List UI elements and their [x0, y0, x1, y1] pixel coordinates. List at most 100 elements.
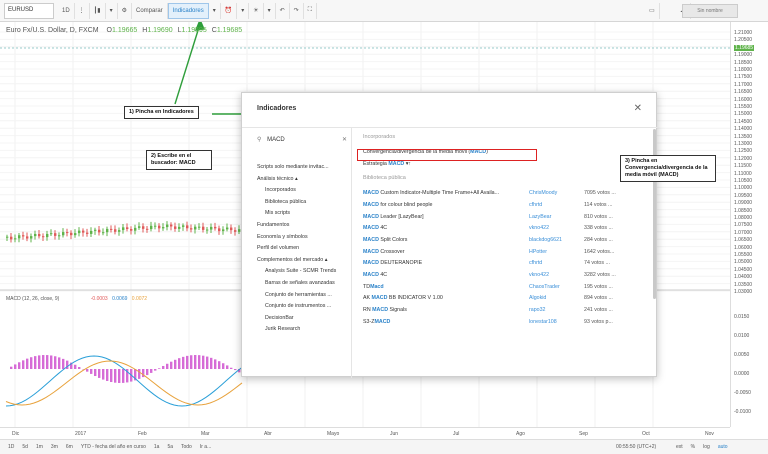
name-text: TD	[363, 283, 371, 290]
redo-icon[interactable]: ↷	[290, 2, 304, 19]
category-item[interactable]: Analysis Suite - SCMR Trends	[257, 268, 352, 280]
scale-option[interactable]: log	[699, 444, 714, 450]
indicator-row[interactable]: S3-ZMACD lonestar108 93 votos p...	[353, 316, 658, 328]
author-link[interactable]: lonestar108	[529, 319, 584, 325]
category-item[interactable]: Complementos del mercado ▴	[257, 257, 352, 269]
candle-body	[54, 233, 57, 236]
macd-histogram-bar	[26, 358, 29, 369]
search-input[interactable]: MACD	[267, 137, 285, 143]
indicator-row[interactable]: MACD Crossover HPotter 1642 votos...	[353, 246, 658, 258]
range-button[interactable]: 1D	[4, 444, 18, 450]
bulb-icon[interactable]: ☀	[249, 2, 264, 19]
name-text: BB INDICATOR V 1.00	[387, 295, 443, 302]
indicators-button[interactable]: Indicadores	[167, 2, 209, 19]
indicator-row[interactable]: MACD 4C vkno422 3282 votos ...	[353, 269, 658, 281]
author-link[interactable]: HPotter	[529, 249, 584, 255]
author-link[interactable]: blackdog6621	[529, 237, 584, 243]
time-tick: Mayo	[327, 431, 340, 437]
settings-icon[interactable]: ⚙	[118, 2, 132, 19]
more-icon[interactable]: ⋮	[75, 2, 90, 19]
close-icon[interactable]: ✕	[634, 103, 642, 114]
scale-option[interactable]: ext	[672, 444, 687, 450]
indicator-row[interactable]: AK MACD BB INDICATOR V 1.00 Algokid 894 vo…	[353, 293, 658, 305]
compare-button[interactable]: Comparar	[132, 2, 168, 19]
range-button[interactable]: Todo	[177, 444, 196, 450]
range-button[interactable]: 5a	[163, 444, 177, 450]
candle-body	[34, 233, 37, 237]
votes-count: 1642 votos...	[584, 248, 615, 255]
category-item[interactable]: Conjunto de instrumentos ...	[257, 303, 352, 315]
chart-name-box[interactable]: Sin nombre	[682, 4, 738, 18]
range-button[interactable]: 5d	[18, 444, 32, 450]
author-link[interactable]: ChaosTrader	[529, 284, 584, 290]
category-item[interactable]: DecisionBar	[257, 315, 352, 327]
range-button[interactable]: 1a	[150, 444, 164, 450]
category-item[interactable]: Economía y símbolos	[257, 234, 352, 246]
indicator-row[interactable]: MACD Split Colors blackdog6621 284 votos .…	[353, 234, 658, 246]
price-tick: 1.09500	[734, 192, 753, 199]
candle-body	[190, 228, 193, 230]
indicator-row[interactable]: MACD 4C vkno422 338 votos ...	[353, 222, 658, 234]
fullscreen-icon[interactable]: ⛶	[304, 2, 317, 19]
author-link[interactable]: LazyBear	[529, 214, 584, 220]
indicator-row[interactable]: MACD DEUTERANOPIE cfhrtd 74 votos ...	[353, 258, 658, 270]
price-axis[interactable]: 1.21000 1.20500 1.19685 1.19000 1.18500 1.180…	[730, 22, 768, 427]
chevron-down-icon[interactable]: ▾	[106, 2, 118, 19]
category-item[interactable]: Jurik Research	[257, 326, 352, 338]
author-link[interactable]: vkno422	[529, 272, 584, 278]
range-button[interactable]: 1m	[32, 444, 47, 450]
layout-icon[interactable]: ▭	[645, 2, 660, 19]
indicator-row[interactable]: TDMacd ChaosTrader 195 votos ...	[353, 281, 658, 293]
range-button[interactable]: Ir a...	[196, 444, 215, 450]
chevron-down-icon[interactable]: ▾	[237, 2, 250, 19]
macd-histogram-bar	[118, 369, 121, 383]
range-button[interactable]: 3m	[47, 444, 62, 450]
clear-icon[interactable]: ✕	[342, 136, 347, 143]
price-tick: 1.14000	[734, 126, 753, 133]
search-icon: ⚲	[257, 137, 262, 143]
range-button[interactable]: 6m	[62, 444, 77, 450]
category-item[interactable]: Perfil del volumen	[257, 245, 352, 257]
indicator-row[interactable]: MACD for colour blind people cfhrtd 114 vo…	[353, 199, 658, 211]
time-tick: 2017	[75, 431, 87, 437]
chevron-down-icon[interactable]: ▾	[209, 2, 221, 19]
author-link[interactable]: cfhrtd	[529, 202, 584, 208]
candle-body	[142, 226, 145, 229]
time-tick: Dic	[12, 431, 20, 437]
indicator-row[interactable]: RN MACD Signals rapo32 241 votos ...	[353, 304, 658, 316]
category-item[interactable]: Análisis técnico ▴	[257, 176, 352, 188]
category-item[interactable]: Conjunto de herramientas ...	[257, 292, 352, 304]
scale-option[interactable]: auto	[714, 444, 732, 450]
symbol-input[interactable]: EURUSD	[4, 2, 54, 19]
votes-count: 338 votos ...	[584, 225, 613, 232]
category-item[interactable]: Barras de señales avanzadas	[257, 280, 352, 292]
time-axis[interactable]: Dic 2017 Feb Mar Abr Mayo Jun Jul Ago Sep Oct Nov	[0, 427, 730, 439]
alert-icon[interactable]: ⏰	[221, 2, 238, 19]
author-link[interactable]: cfhrtd	[529, 260, 584, 266]
interval-button[interactable]: 1D	[58, 2, 75, 19]
time-tick: Sep	[579, 431, 588, 437]
category-item[interactable]: Scripts solo mediante invitac...	[257, 164, 352, 176]
category-item[interactable]: Fundamentos	[257, 222, 352, 234]
candle-body	[210, 226, 213, 230]
dialog-results: Incorporados Convergencia/divergencia de…	[353, 128, 658, 378]
category-item[interactable]: Incorporados	[257, 187, 352, 199]
author-link[interactable]: rapo32	[529, 307, 584, 313]
author-link[interactable]: ChrisMoody	[529, 190, 584, 196]
indicator-search[interactable]: ⚲ MACD ✕	[257, 136, 347, 148]
candle-body	[22, 235, 25, 237]
range-button[interactable]: YTD - fecha del año en curso	[77, 444, 150, 450]
indicator-row[interactable]: MACD Leader [LazyBear] LazyBear 810 votos …	[353, 211, 658, 223]
macd-histogram-bar	[222, 363, 225, 369]
name-text: Estrategia	[363, 160, 389, 167]
candle-body	[110, 228, 113, 230]
category-item[interactable]: Biblioteca pública	[257, 199, 352, 211]
undo-icon[interactable]: ↶	[276, 2, 290, 19]
author-link[interactable]: vkno422	[529, 225, 584, 231]
author-link[interactable]: Algokid	[529, 295, 584, 301]
indicator-row[interactable]: MACD Custom Indicator-Multiple Time Fram…	[353, 187, 658, 199]
candles-icon[interactable]: ┃▮	[90, 2, 106, 19]
category-item[interactable]: Mis scripts	[257, 210, 352, 222]
chevron-down-icon[interactable]: ▾	[264, 2, 276, 19]
scale-option[interactable]: %	[687, 444, 699, 450]
